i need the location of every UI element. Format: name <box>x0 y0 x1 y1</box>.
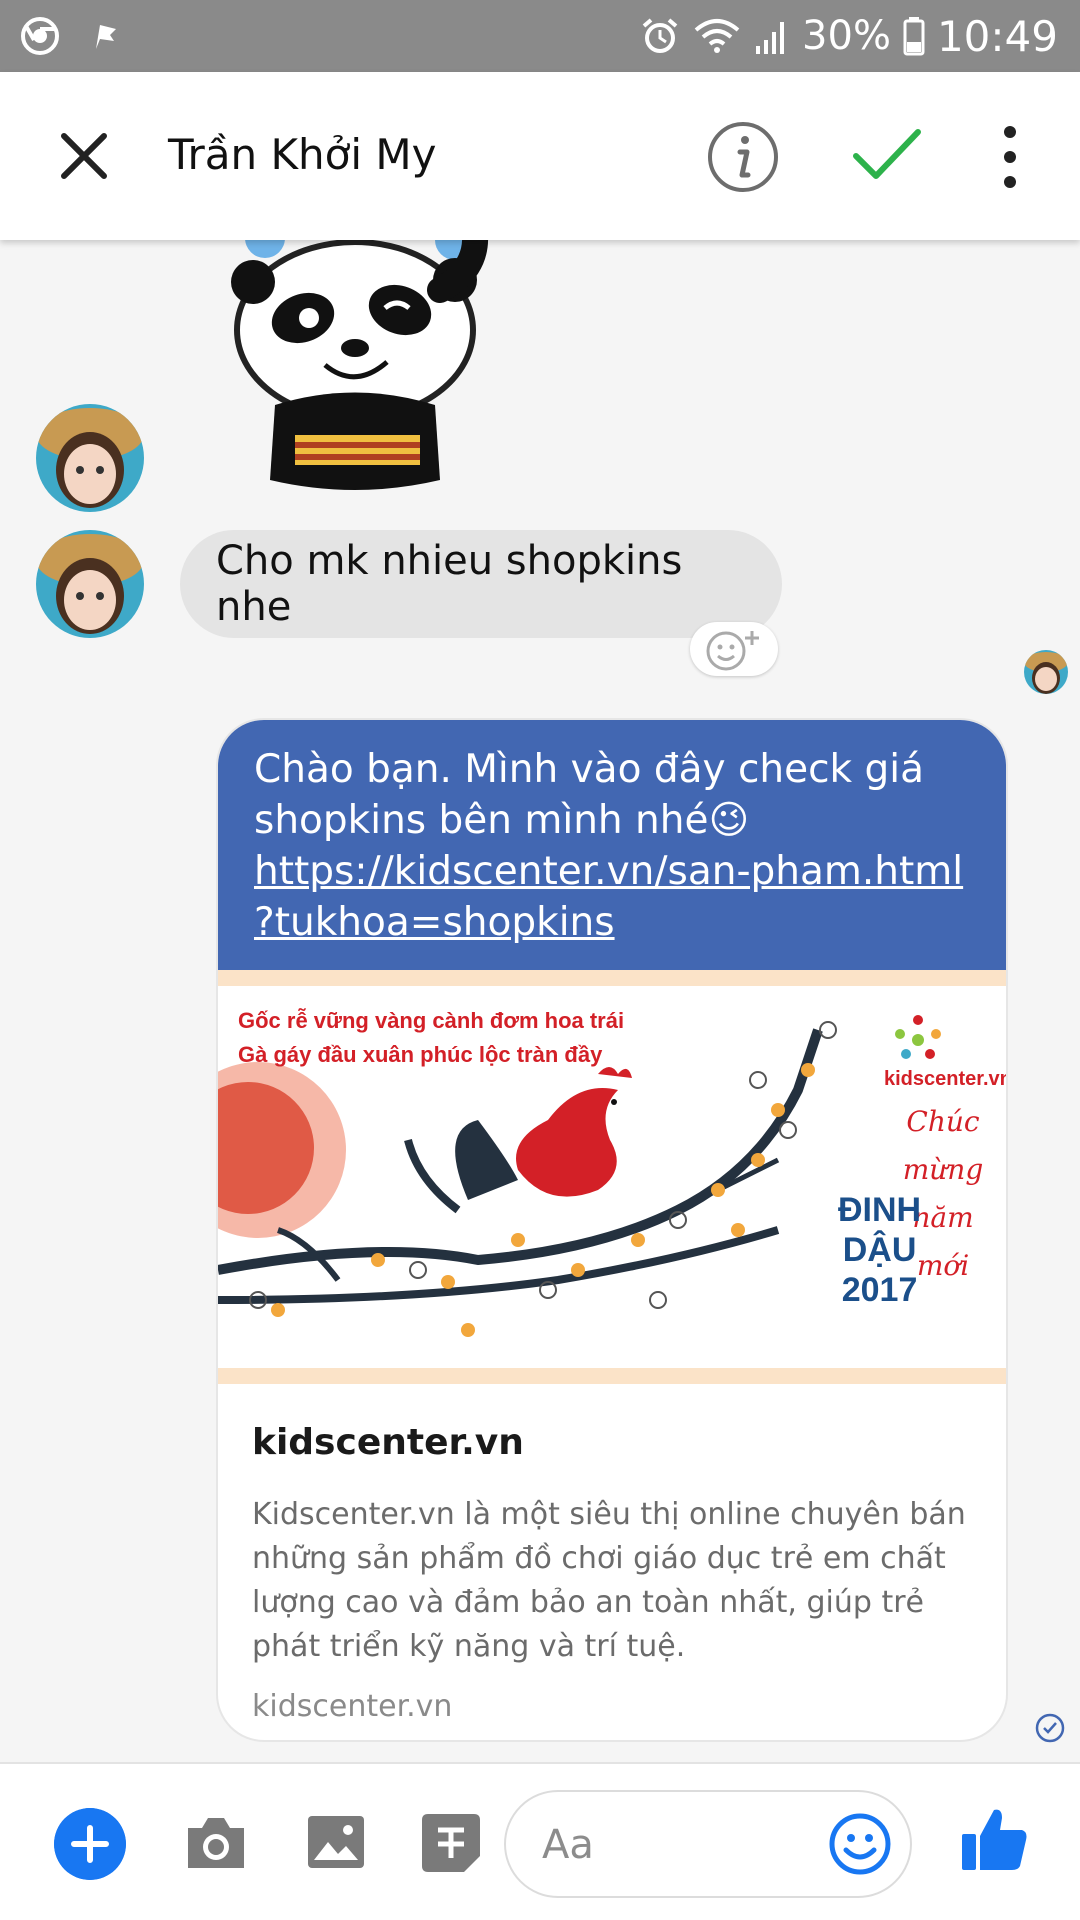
add-reaction-button[interactable] <box>690 622 778 676</box>
year-word: DẬU <box>842 1231 917 1269</box>
more-vertical-icon[interactable] <box>1000 122 1020 192</box>
incoming-message[interactable]: Cho mk nhieu shopkins nhe <box>180 530 782 638</box>
avatar[interactable] <box>36 404 144 512</box>
camera-icon[interactable] <box>184 1814 248 1872</box>
link-preview-meta[interactable]: kidscenter.vn Kidscenter.vn là một siêu … <box>218 1384 1006 1724</box>
message-input-placeholder: Aa <box>542 1822 594 1868</box>
clock: 10:49 <box>936 11 1058 61</box>
info-icon[interactable] <box>706 120 780 194</box>
link-preview-domain: kidscenter.vn <box>252 1689 453 1724</box>
add-reaction-icon <box>706 631 759 671</box>
year-number: 2017 <box>841 1271 918 1309</box>
battery-percent: 30% <box>802 13 891 59</box>
outgoing-link-message[interactable]: Chào bạn. Mình vào đây check giá shopkin… <box>216 718 1008 1742</box>
alarm-icon <box>642 18 678 53</box>
message-link[interactable]: ?tukhoa=shopkins <box>254 897 972 948</box>
sticker-icon[interactable] <box>420 1812 482 1874</box>
delivered-check-icon <box>1035 1713 1065 1743</box>
status-bar: 30% 10:49 <box>0 0 1080 72</box>
emoji-icon[interactable] <box>828 1812 892 1876</box>
notification-flag-icon <box>96 25 116 49</box>
banner-headline: Gốc rễ vững vàng cành đơm hoa trái Gà gá… <box>238 1004 624 1072</box>
seen-avatar <box>1024 650 1068 694</box>
plus-icon[interactable] <box>54 1808 126 1880</box>
checkmark-icon[interactable] <box>852 124 922 184</box>
message-line: shopkins bên mình nhé😉 <box>254 798 750 843</box>
banner-brand: kidscenter.vn <box>884 1068 1006 1090</box>
message-input[interactable]: Aa <box>504 1790 912 1898</box>
greeting-line: mừng <box>902 1153 984 1186</box>
conversation[interactable]: Cho mk nhieu shopkins nhe Chào bạn. Mình… <box>0 240 1080 1762</box>
message-link[interactable]: https://kidscenter.vn/san-pham.html <box>254 846 972 897</box>
thumbs-up-icon[interactable] <box>960 1804 1030 1874</box>
chat-header: Trần Khởi My <box>0 72 1080 240</box>
link-preview-image[interactable]: Gốc rễ vững vàng cành đơm hoa trái Gà gá… <box>218 970 1006 1384</box>
image-icon[interactable] <box>306 1812 366 1872</box>
banner-year: ĐINH DẬU 2017 <box>838 1190 921 1310</box>
link-preview-title[interactable]: kidscenter.vn <box>252 1422 972 1463</box>
link-preview-description: Kidscenter.vn là một siêu thị online chu… <box>252 1497 966 1664</box>
greeting-line: Chúc <box>906 1105 980 1138</box>
banner-line: Gốc rễ vững vàng cành đơm hoa trái <box>238 1008 625 1033</box>
banner-line: Gà gáy đầu xuân phúc lộc tràn đầy <box>238 1042 603 1067</box>
panda-sticker <box>231 240 488 490</box>
close-icon[interactable] <box>52 124 116 188</box>
wifi-icon <box>694 19 740 53</box>
chrome-icon <box>21 17 59 55</box>
composer-bar: Aa <box>0 1762 1080 1920</box>
signal-icon <box>756 22 785 54</box>
message-line: Chào bạn. Mình vào đây check giá <box>254 747 925 792</box>
year-word: ĐINH <box>838 1191 922 1229</box>
contact-name: Trần Khởi My <box>168 130 437 179</box>
outgoing-message-text: Chào bạn. Mình vào đây check giá shopkin… <box>218 720 1006 970</box>
avatar[interactable] <box>36 530 144 638</box>
battery-icon <box>903 17 925 56</box>
